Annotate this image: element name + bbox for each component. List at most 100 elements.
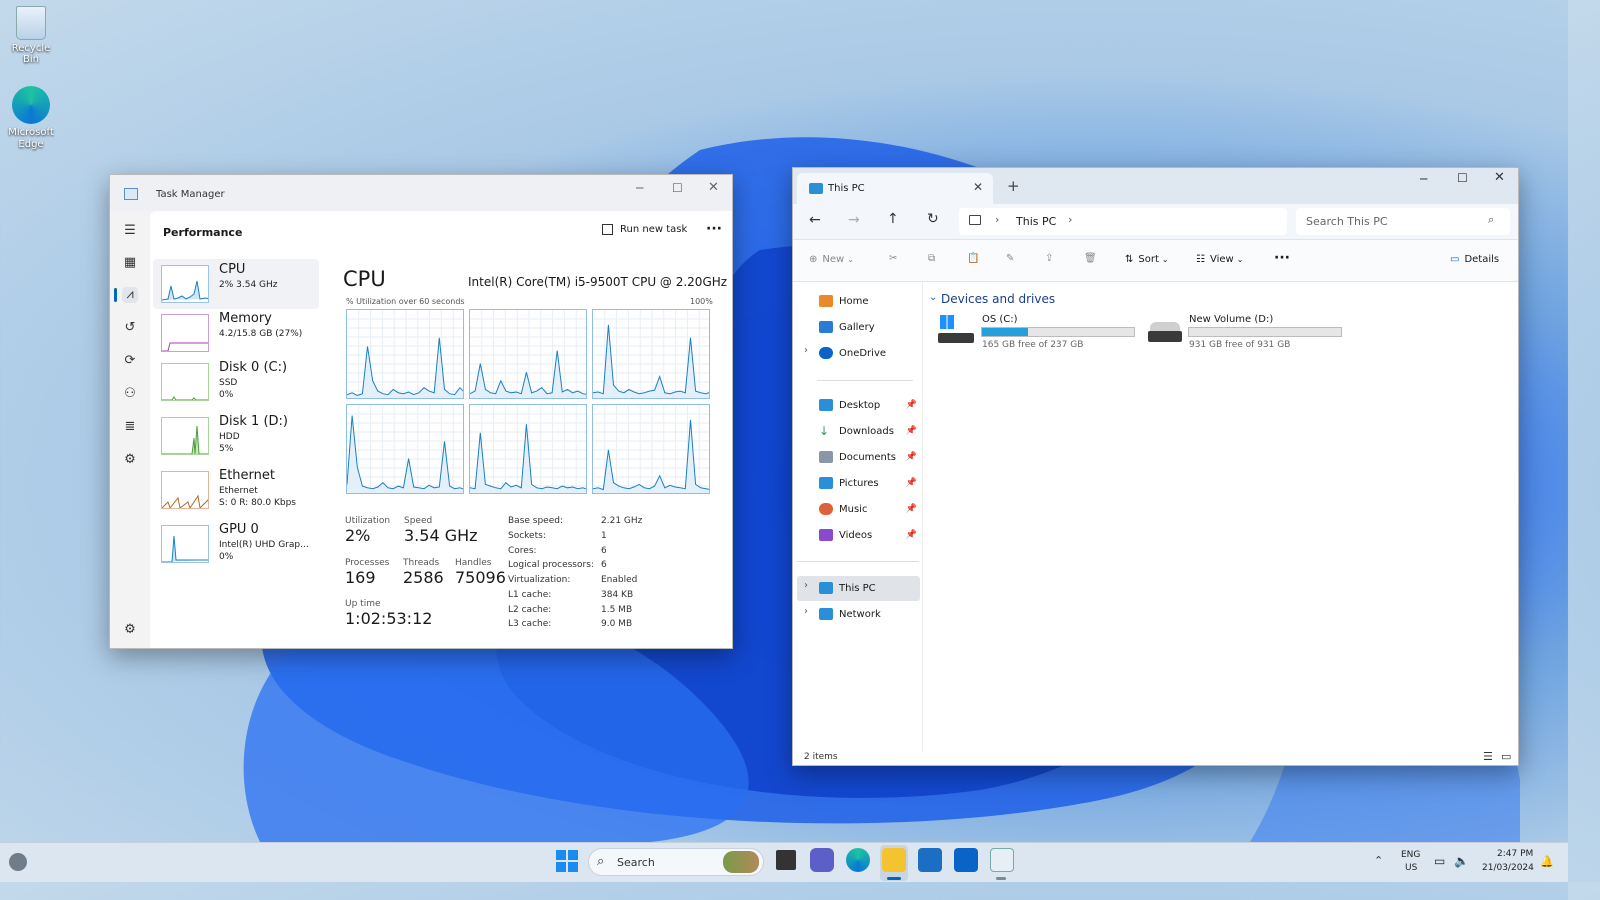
perf-item-name: GPU 0 [219,522,259,537]
rename-icon[interactable]: ✎ [1006,253,1014,264]
stat-label: Processes [345,558,390,568]
address-bar[interactable]: › This PC › [959,208,1287,235]
startup-apps-icon[interactable]: ⟳ [122,353,138,369]
file-explorer-icon[interactable] [882,848,906,872]
perf-item-cpu[interactable]: CPU 2% 3.54 GHz [153,259,319,309]
new-tab-button[interactable]: + [1007,177,1020,195]
see-more-button[interactable]: ··· [1274,250,1290,266]
cut-icon[interactable]: ✂ [889,253,897,264]
memory-thumbnail-graph [161,314,209,352]
nav-documents[interactable]: Documents 📌 [803,445,919,469]
teams-chat-icon[interactable] [810,848,834,872]
close-button[interactable]: ✕ [708,180,719,195]
spec-row: Cores: 6 [508,546,607,556]
chevron-down-icon: ⌄ [1161,255,1169,264]
more-options-button[interactable]: ··· [706,221,722,237]
stat-value: 2% [345,526,371,545]
performance-icon[interactable]: ⩘ [122,287,138,303]
hamburger-menu-icon[interactable]: ☰ [122,223,138,239]
nav-desktop[interactable]: Desktop 📌 [803,393,919,417]
details-icon[interactable]: ≣ [122,419,138,435]
users-icon[interactable]: ⚇ [122,386,138,402]
details-button[interactable]: ▭ Details [1450,254,1499,265]
perf-item-disk0[interactable]: Disk 0 (C:) SSD 0% [153,357,319,407]
nav-videos[interactable]: Videos 📌 [803,523,919,547]
sort-button[interactable]: ⇅ Sort ⌄ [1125,254,1169,265]
store-icon[interactable] [918,848,942,872]
chevron-down-icon[interactable]: ⌄ [929,292,937,303]
group-header[interactable]: Devices and drives [941,292,1055,306]
drive-usage-bar [981,327,1135,337]
uptime-stat: Up time 1:02:53:12 [345,599,432,628]
chevron-up-icon[interactable]: ⌃ [1374,854,1383,867]
spec-value: 6 [601,560,607,570]
paste-icon[interactable]: 📋 [967,253,979,264]
clock-date[interactable]: 21/03/2024 [1482,863,1534,873]
pin-icon: 📌 [905,426,917,436]
share-icon[interactable]: ⇪ [1045,253,1053,264]
minimize-button[interactable]: ─ [1420,172,1427,186]
nav-home[interactable]: Home [803,289,919,313]
nav-music[interactable]: Music 📌 [803,497,919,521]
details-pane-icon: ▭ [1450,254,1460,265]
drive-usage-fill [982,328,1028,336]
nav-this-pc[interactable]: This PC [803,576,919,600]
stat-label: Utilization [345,516,391,526]
desktop-icon-recycle-bin[interactable]: Recycle Bin [4,6,58,65]
desktop-icon-edge[interactable]: Microsoft Edge [4,86,58,151]
drive-free-space: 931 GB free of 931 GB [1189,340,1291,350]
volume-icon[interactable]: 🔈 [1454,854,1469,868]
perf-item-gpu0[interactable]: GPU 0 Intel(R) UHD Grap... 0% [153,519,319,569]
view-button[interactable]: ☷ View ⌄ [1196,254,1243,265]
close-button[interactable]: ✕ [1494,170,1505,185]
nav-onedrive[interactable]: OneDrive [803,341,919,365]
keyboard-layout-indicator[interactable]: US [1405,863,1417,873]
nav-gallery[interactable]: Gallery [803,315,919,339]
perf-item-disk1[interactable]: Disk 1 (D:) HDD 5% [153,411,319,461]
explorer-tabbar: This PC ✕ + ─ ☐ ✕ [793,168,1518,204]
task-manager-taskbar-icon[interactable] [990,848,1014,872]
forward-button[interactable]: → [848,212,860,228]
stat-value: 75096 [455,568,506,587]
notification-bell-icon[interactable]: 🔔 [1540,855,1554,868]
clock-time[interactable]: 2:47 PM [1497,849,1533,859]
new-button[interactable]: ⊕ New ⌄ [809,254,854,265]
drive-d[interactable]: New Volume (D:) 931 GB free of 931 GB [1146,312,1346,352]
settings-gear-icon[interactable]: ⚙ [122,622,138,638]
edge-icon[interactable] [846,848,870,872]
run-new-task-button[interactable]: Run new task [602,224,687,235]
refresh-button[interactable]: ↻ [927,211,939,227]
perf-item-memory[interactable]: Memory 4.2/15.8 GB (27%) [153,308,319,358]
maximize-button[interactable]: ☐ [1457,171,1468,185]
task-view-icon[interactable] [774,848,798,872]
delete-icon[interactable]: 🗑 [1084,253,1097,264]
mail-icon[interactable] [954,848,978,872]
stat-label: Threads [403,558,440,568]
processes-icon[interactable]: ▦ [122,255,138,271]
cpu-core-graph [346,404,464,494]
services-icon[interactable]: ⚙ [122,452,138,468]
language-indicator[interactable]: ENG [1401,850,1420,860]
network-icon[interactable]: ▭ [1434,854,1445,868]
start-button[interactable] [556,850,578,872]
details-view-icon[interactable]: ☰ [1483,750,1493,763]
taskbar-search-box[interactable]: ⌕ Search [588,848,764,876]
chevron-right-icon[interactable]: › [1068,213,1072,226]
minimize-button[interactable]: ─ [636,181,643,195]
maximize-button[interactable]: ☐ [672,181,683,195]
app-history-icon[interactable]: ↺ [122,320,138,336]
widgets-icon[interactable] [9,853,27,871]
spec-key: L1 cache: [508,590,552,600]
up-button[interactable]: ↑ [887,211,899,227]
perf-item-ethernet[interactable]: Ethernet Ethernet S: 0 R: 80.0 Kbps [153,465,319,515]
nav-pictures[interactable]: Pictures 📌 [803,471,919,495]
tiles-view-icon[interactable]: ▭ [1501,750,1511,763]
copy-icon[interactable]: ⧉ [928,253,935,264]
close-tab-button[interactable]: ✕ [973,180,983,194]
nav-downloads[interactable]: ↓ Downloads 📌 [803,419,919,443]
nav-network[interactable]: Network [803,602,919,626]
back-button[interactable]: ← [809,212,821,228]
drive-c[interactable]: OS (C:) 165 GB free of 237 GB [938,312,1138,352]
tab-this-pc[interactable]: This PC ✕ [797,173,993,204]
search-box[interactable]: Search This PC ⌕ [1296,208,1510,235]
